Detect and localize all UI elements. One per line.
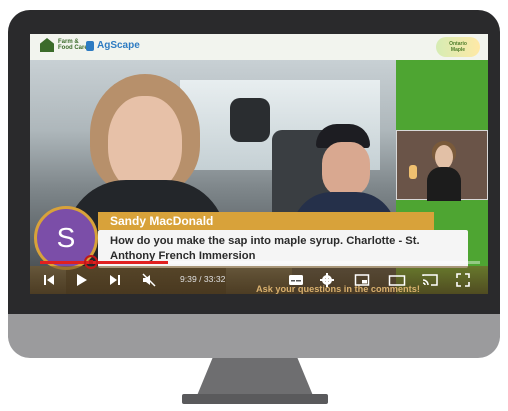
progress-bar[interactable] xyxy=(40,261,480,264)
maple-logo-line-2: Maple xyxy=(450,47,466,53)
progress-bar-fill xyxy=(40,261,168,264)
desktop-monitor-illustration: Farm & Food Care AgScape Ontario Maple S… xyxy=(0,0,508,411)
skip-next-icon[interactable] xyxy=(108,273,122,290)
logo-line-2: Food Care xyxy=(58,45,88,51)
agscape-mark-icon xyxy=(86,40,94,51)
monitor-stand-neck xyxy=(196,358,314,398)
theater-mode-icon[interactable] xyxy=(388,273,406,290)
captions-icon[interactable] xyxy=(288,273,304,290)
skip-previous-icon[interactable] xyxy=(42,273,56,290)
barn-icon xyxy=(40,38,54,52)
agscape-logo: AgScape xyxy=(86,40,140,51)
volume-muted-icon[interactable] xyxy=(142,273,156,290)
monitor-chin xyxy=(8,314,500,358)
comment-text: How do you make the sap into maple syrup… xyxy=(110,235,420,262)
picture-in-picture-feed xyxy=(396,130,488,201)
maple-logo: Ontario Maple xyxy=(436,37,480,57)
monitor-stand-base xyxy=(182,394,328,404)
guest-face xyxy=(435,145,453,169)
player-controls: 9:39 / 33:32 Ask your questions in the c… xyxy=(30,266,488,294)
farm-food-care-logo: Farm & Food Care xyxy=(40,38,88,52)
youtube-scrub-handle[interactable] xyxy=(84,255,98,269)
driver-face xyxy=(322,142,370,196)
lamp xyxy=(409,165,417,179)
presenter-face xyxy=(108,96,182,192)
guest-body xyxy=(427,167,461,201)
seat-headrest xyxy=(230,98,270,142)
play-icon[interactable] xyxy=(74,273,88,290)
cast-icon[interactable] xyxy=(422,273,438,290)
miniplayer-icon[interactable] xyxy=(354,273,370,290)
playback-time: 9:39 / 33:32 xyxy=(180,274,226,284)
fullscreen-icon[interactable] xyxy=(456,273,470,290)
comment-author: Sandy MacDonald xyxy=(110,214,214,228)
comment-author-plate: Sandy MacDonald xyxy=(98,212,434,230)
gear-icon[interactable] xyxy=(320,273,334,290)
video-player[interactable]: Farm & Food Care AgScape Ontario Maple S… xyxy=(30,34,488,294)
agscape-wordmark: AgScape xyxy=(97,40,140,51)
stream-header-bar: Farm & Food Care AgScape Ontario Maple xyxy=(30,34,488,60)
